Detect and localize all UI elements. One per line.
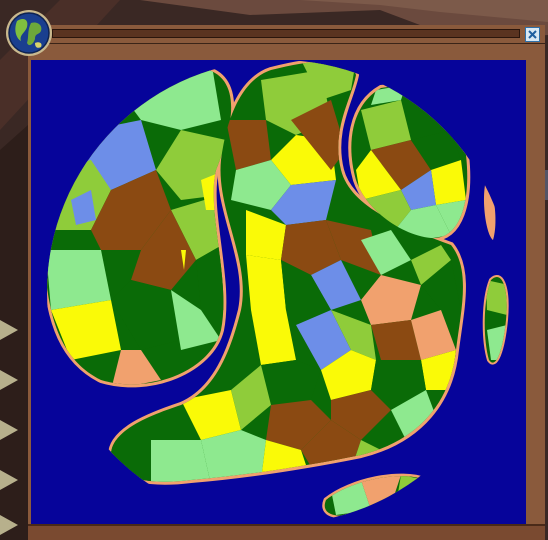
close-button[interactable]	[525, 27, 540, 42]
title-bar[interactable]	[28, 25, 545, 44]
title-bar-track	[52, 29, 520, 38]
world-map-window	[28, 25, 545, 540]
world-map-terrain[interactable]	[31, 60, 526, 524]
world-map[interactable]	[31, 60, 526, 524]
globe-icon[interactable]	[5, 9, 53, 57]
window-bottom-border	[28, 524, 545, 540]
close-icon	[528, 30, 537, 39]
